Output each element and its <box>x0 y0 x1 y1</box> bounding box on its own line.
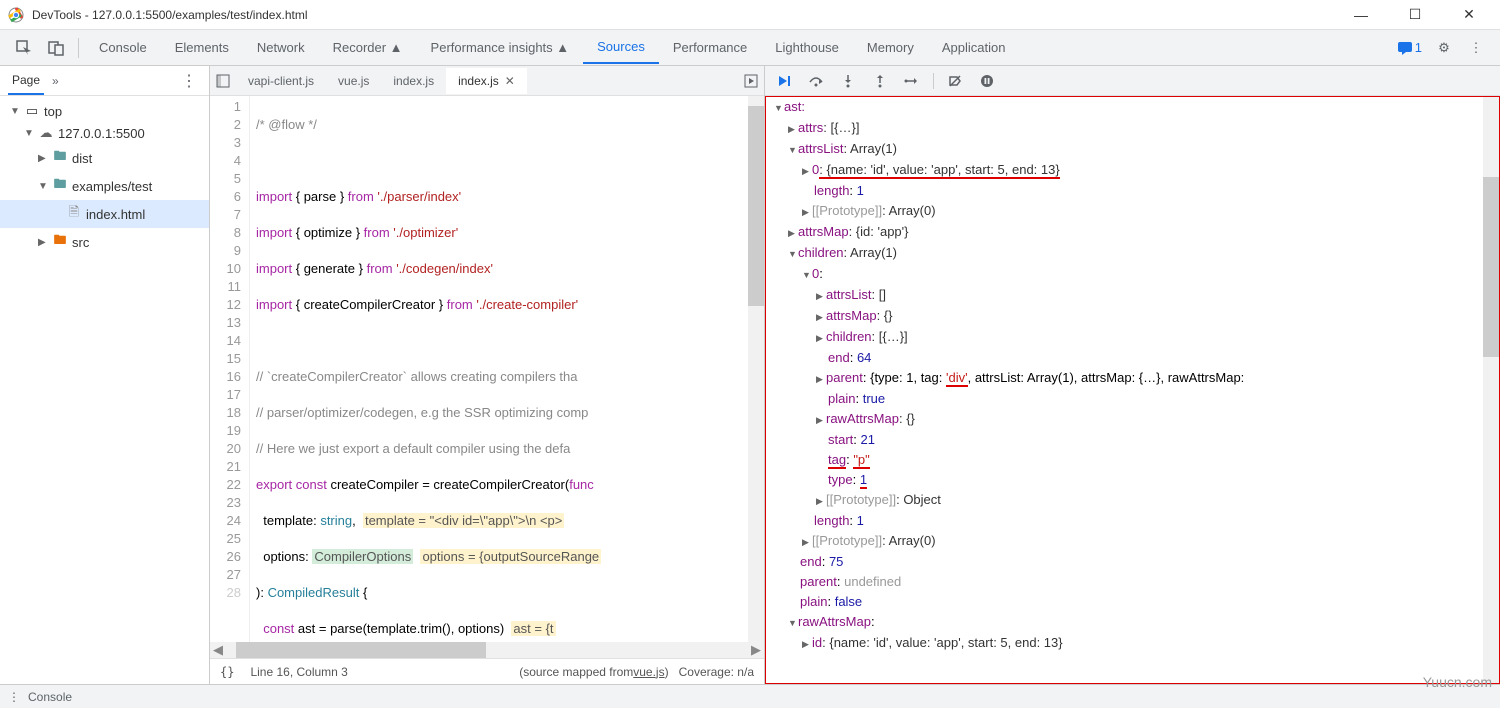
close-button[interactable]: ✕ <box>1446 0 1492 30</box>
tab-performance-insights[interactable]: Performance insights ▲ <box>417 32 584 63</box>
tab-lighthouse[interactable]: Lighthouse <box>761 32 853 63</box>
step-out-icon[interactable] <box>869 74 891 88</box>
cursor-position: Line 16, Column 3 <box>250 665 347 679</box>
tree-dist[interactable]: ▶🖿dist <box>0 144 209 172</box>
step-icon[interactable] <box>901 74 923 88</box>
editor-scrollbar-h[interactable]: ◀▶ <box>210 642 764 658</box>
inspect-icon[interactable] <box>10 34 38 62</box>
devtools-toolbar: Console Elements Network Recorder ▲ Perf… <box>0 30 1500 66</box>
tab-elements[interactable]: Elements <box>161 32 243 63</box>
drawer-menu-icon[interactable]: ⋮ <box>8 690 20 704</box>
tab-network[interactable]: Network <box>243 32 319 63</box>
tab-memory[interactable]: Memory <box>853 32 928 63</box>
tree-host[interactable]: ▼☁127.0.0.1:5500 <box>0 122 209 144</box>
editor-status-bar: {} Line 16, Column 3 (source mapped from… <box>210 658 764 684</box>
resume-icon[interactable] <box>773 74 795 88</box>
tab-console[interactable]: Console <box>85 32 161 63</box>
sourcemap-link[interactable]: vue.js <box>633 665 664 679</box>
window-title-bar: DevTools - 127.0.0.1:5500/examples/test/… <box>0 0 1500 30</box>
chrome-icon <box>8 7 24 23</box>
navigator-more-tabs[interactable]: » <box>52 74 59 88</box>
step-into-icon[interactable] <box>837 74 859 88</box>
console-drawer[interactable]: ⋮ Console <box>0 684 1500 708</box>
minimize-button[interactable]: — <box>1338 0 1384 30</box>
code-editor[interactable]: 1234567891011121314151617181920212223242… <box>210 96 764 642</box>
tree-src[interactable]: ▶🖿src <box>0 228 209 256</box>
step-over-icon[interactable] <box>805 74 827 88</box>
watermark: Yuucn.com <box>1423 674 1492 690</box>
tab-recorder[interactable]: Recorder ▲ <box>319 32 417 63</box>
close-tab-icon[interactable]: ✕ <box>505 74 515 88</box>
scope-scrollbar[interactable] <box>1483 97 1499 683</box>
tab-nav-icon[interactable] <box>210 74 236 88</box>
tab-sources[interactable]: Sources <box>583 31 659 64</box>
file-tree: ▼▭top ▼☁127.0.0.1:5500 ▶🖿dist ▼🖿examples… <box>0 96 209 260</box>
maximize-button[interactable]: ☐ <box>1392 0 1438 30</box>
more-icon[interactable]: ⋮ <box>1462 34 1490 62</box>
navigator-panel: Page » ⋮ ▼▭top ▼☁127.0.0.1:5500 ▶🖿dist ▼… <box>0 66 210 684</box>
editor-panel: vapi-client.js vue.js index.js index.js✕… <box>210 66 765 684</box>
file-tab-0[interactable]: vapi-client.js <box>236 68 326 94</box>
editor-scrollbar-v[interactable] <box>748 96 764 642</box>
tree-examples[interactable]: ▼🖿examples/test <box>0 172 209 200</box>
file-tab-2[interactable]: index.js <box>381 68 446 94</box>
navigator-options[interactable]: ⋮ <box>177 71 201 91</box>
issues-icon[interactable]: 1 <box>1397 40 1422 56</box>
settings-icon[interactable]: ⚙ <box>1430 34 1458 62</box>
file-tab-1[interactable]: vue.js <box>326 68 381 94</box>
drawer-tab-console[interactable]: Console <box>28 690 72 704</box>
issues-count: 1 <box>1415 40 1422 55</box>
run-snippet-icon[interactable] <box>738 74 764 88</box>
scope-viewer[interactable]: ▼ast: ▶attrs: [{…}] ▼attrsList: Array(1)… <box>765 96 1500 684</box>
tree-top[interactable]: ▼▭top <box>0 100 209 122</box>
debugger-toolbar <box>765 66 1500 96</box>
tree-indexhtml[interactable]: 🗎index.html <box>0 200 209 228</box>
device-icon[interactable] <box>42 34 70 62</box>
tab-performance[interactable]: Performance <box>659 32 761 63</box>
coverage-status: Coverage: n/a <box>679 665 754 679</box>
window-title: DevTools - 127.0.0.1:5500/examples/test/… <box>32 8 1338 22</box>
debugger-panel: ▼ast: ▶attrs: [{…}] ▼attrsList: Array(1)… <box>765 66 1500 684</box>
pause-exceptions-icon[interactable] <box>976 74 998 88</box>
tab-application[interactable]: Application <box>928 32 1020 63</box>
navigator-tab-page[interactable]: Page <box>8 67 44 95</box>
file-tab-3[interactable]: index.js✕ <box>446 68 527 94</box>
pretty-print-icon[interactable]: {} <box>220 665 234 679</box>
code-content: /* @flow */ import { parse } from './par… <box>250 96 748 642</box>
deactivate-breakpoints-icon[interactable] <box>944 74 966 88</box>
line-gutter: 1234567891011121314151617181920212223242… <box>210 96 250 642</box>
